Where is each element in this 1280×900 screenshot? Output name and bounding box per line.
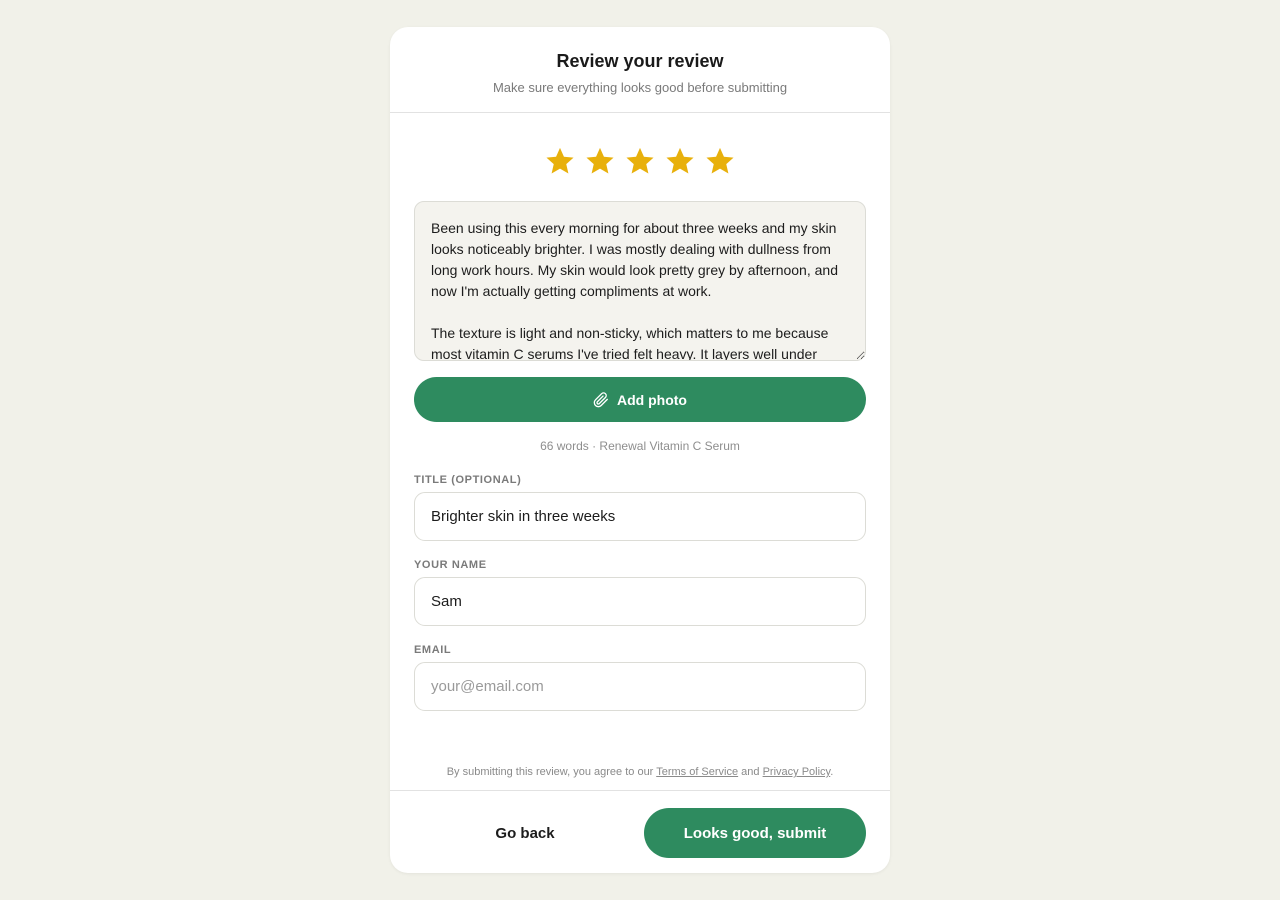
name-input[interactable] [414, 577, 866, 626]
title-input[interactable] [414, 492, 866, 541]
add-photo-button[interactable]: Add photo [414, 377, 866, 422]
email-input[interactable] [414, 662, 866, 711]
star-rating [390, 145, 890, 177]
submit-button[interactable]: Looks good, submit [644, 808, 866, 858]
star-icon[interactable] [624, 145, 656, 177]
legal-notice: By submitting this review, you agree to … [390, 766, 890, 778]
star-icon[interactable] [544, 145, 576, 177]
legal-middle: and [738, 766, 763, 778]
paperclip-icon [593, 391, 609, 408]
star-icon[interactable] [704, 145, 736, 177]
review-card: Review your review Make sure everything … [390, 27, 890, 873]
terms-link[interactable]: Terms of Service [656, 766, 738, 778]
title-field-label: TITLE (OPTIONAL) [414, 474, 522, 486]
legal-suffix: . [830, 766, 834, 778]
go-back-button[interactable]: Go back [414, 808, 636, 858]
star-icon[interactable] [664, 145, 696, 177]
page-title: Review your review [556, 51, 724, 71]
name-field-label: YOUR NAME [414, 559, 487, 571]
add-photo-label: Add photo [617, 391, 687, 408]
review-textarea[interactable]: Been using this every morning for about … [414, 201, 866, 361]
word-count-meta: 66 words · Renewal Vitamin C Serum [540, 439, 740, 453]
email-field-label: EMAIL [414, 644, 452, 656]
privacy-link[interactable]: Privacy Policy [763, 766, 831, 778]
star-icon[interactable] [584, 145, 616, 177]
legal-prefix: By submitting this review, you agree to … [446, 766, 657, 778]
card-footer: Go back Looks good, submit [390, 790, 890, 873]
card-header: Review your review Make sure everything … [390, 27, 890, 113]
page-subtitle: Make sure everything looks good before s… [492, 80, 788, 95]
